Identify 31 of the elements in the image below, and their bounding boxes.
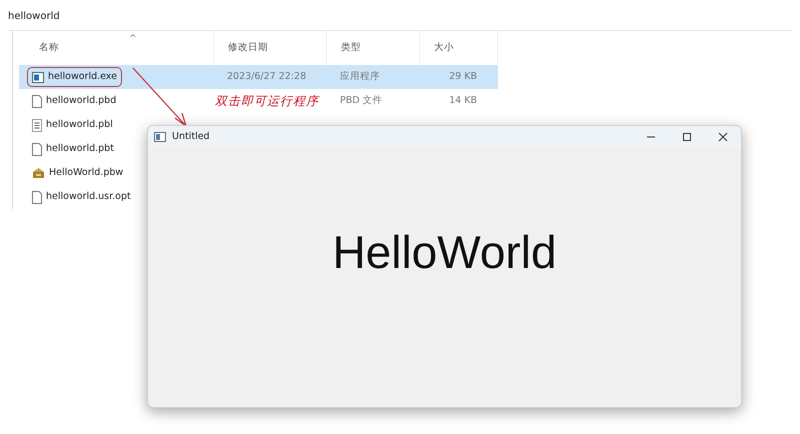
file-name[interactable]: helloworld.pbd [46,94,116,108]
file-type: PBD 文件 [339,94,384,108]
file-icon [32,190,42,204]
column-header[interactable]: 大小 [434,40,454,56]
column-header[interactable]: 类型 [341,40,361,56]
file-size: 14 KB [448,94,477,108]
arrow [132,68,188,128]
text-file-icon [32,118,42,132]
maximize-icon [682,132,692,142]
app-window-icon [154,132,166,142]
file-name[interactable]: helloworld.exe [48,70,117,84]
file-name[interactable]: helloworld.pbl [46,118,113,132]
workspace-icon [32,167,45,179]
file-name[interactable]: helloworld.usr.opt [46,190,131,204]
file-type: 应用程序 [339,70,381,84]
modified-date: 2023/6/27 22:28 [226,70,308,84]
file-name[interactable]: HelloWorld.pbw [49,166,124,180]
column-header[interactable]: 名称 [39,40,59,56]
file-icon [32,94,42,108]
folder-title: helloworld [7,10,61,24]
hello-label: HelloWorld [332,225,557,280]
window-title: Untitled [172,130,210,144]
file-row[interactable]: helloworld.exe 2023/6/27 22:28 应用程序 29 KB [19,65,498,89]
annotation-text: 双击即可运行程序 [214,93,321,110]
column-header[interactable]: 修改日期 [228,40,268,56]
file-size: 29 KB [448,70,477,84]
app-window-icon [32,72,44,82]
close-icon [718,132,728,142]
file-name[interactable]: helloworld.pbt [46,142,114,156]
sort-indicator: ^ [129,33,137,46]
file-icon [32,142,42,156]
